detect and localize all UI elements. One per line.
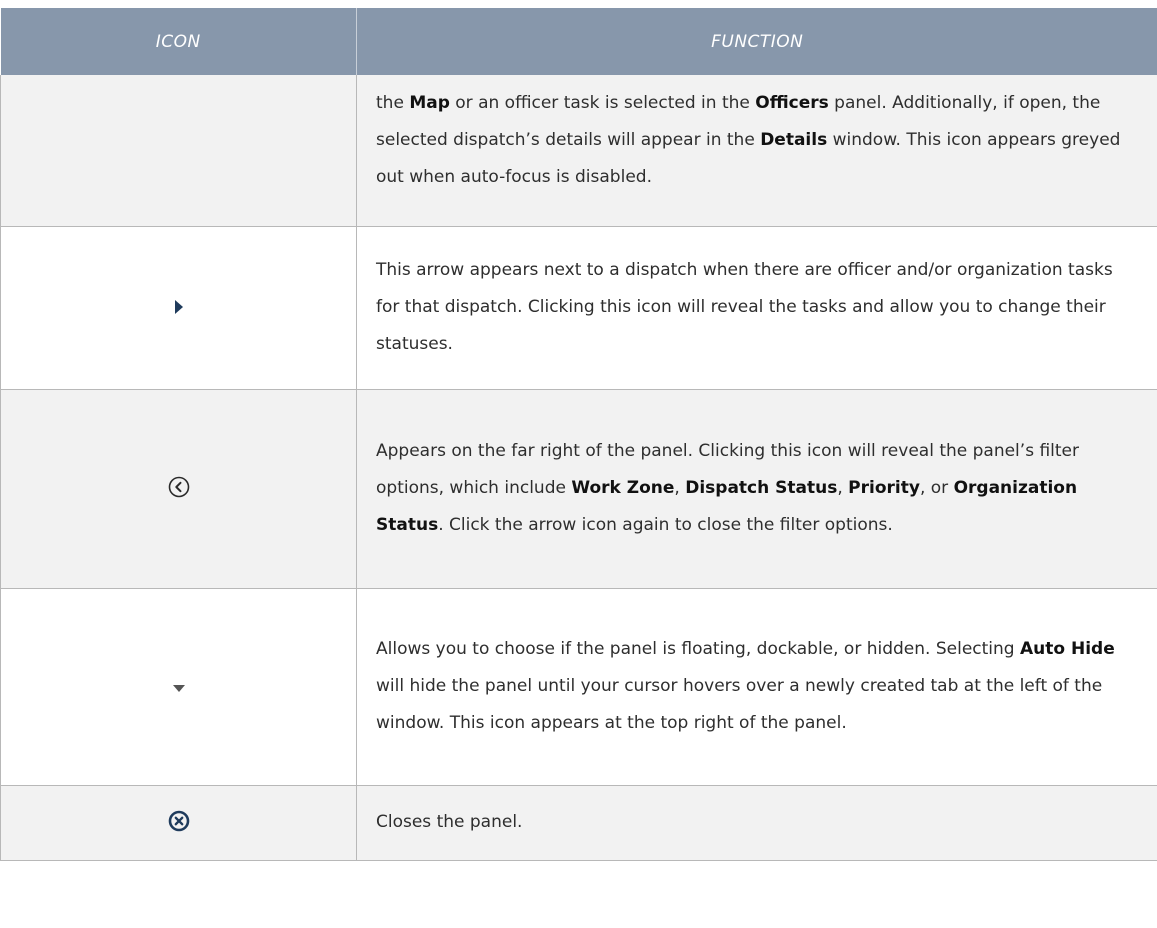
circle-chevron-left-icon xyxy=(168,476,190,502)
ui-term: Work Zone xyxy=(571,478,675,498)
text-segment: , or xyxy=(919,478,954,498)
text-segment: Closes the panel. xyxy=(376,812,523,832)
function-text: Appears on the far right of the panel. C… xyxy=(376,433,1137,544)
icon-cell xyxy=(0,588,357,786)
icon-cell xyxy=(0,785,357,861)
expand-arrow-icon xyxy=(174,299,184,318)
text-segment: , xyxy=(837,478,849,498)
function-cell: Appears on the far right of the panel. C… xyxy=(356,389,1157,589)
text-segment: the xyxy=(376,92,410,113)
ui-term: Priority xyxy=(848,478,920,498)
function-text: Allows you to choose if the panel is flo… xyxy=(376,631,1137,742)
function-column-header: FUNCTION xyxy=(356,8,1157,75)
close-circle-icon xyxy=(168,810,190,836)
text-segment: . Click the arrow icon again to close th… xyxy=(438,515,893,535)
ui-term: Dispatch Status xyxy=(685,478,838,498)
ui-term: Officers xyxy=(755,92,829,113)
function-cell: the Map or an officer task is selected i… xyxy=(356,75,1157,227)
text-segment: will hide the panel until your cursor ho… xyxy=(376,676,1103,733)
text-segment: , xyxy=(674,478,686,498)
text-segment: Allows you to choose if the panel is flo… xyxy=(376,639,1020,659)
function-cell: This arrow appears next to a dispatch wh… xyxy=(356,226,1157,390)
text-segment: This arrow appears next to a dispatch wh… xyxy=(376,260,1113,354)
function-text: Closes the panel. xyxy=(376,804,1137,841)
table-row: This arrow appears next to a dispatch wh… xyxy=(0,226,1157,390)
icon-cell xyxy=(0,389,357,589)
function-cell: Closes the panel. xyxy=(356,785,1157,861)
table-row: Closes the panel. xyxy=(0,785,1157,861)
function-text: the Map or an officer task is selected i… xyxy=(376,85,1137,196)
function-cell: Allows you to choose if the panel is flo… xyxy=(356,588,1157,786)
dropdown-triangle-icon xyxy=(172,678,185,697)
icon-column-header: ICON xyxy=(0,8,357,75)
icon-cell xyxy=(0,226,357,390)
function-text: This arrow appears next to a dispatch wh… xyxy=(376,252,1137,363)
ui-term: Auto Hide xyxy=(1019,639,1115,659)
text-segment: or an officer task is selected in the xyxy=(449,92,756,113)
ui-term: Map xyxy=(409,92,450,113)
icon-function-table: ICON FUNCTION the Map or an officer task… xyxy=(0,8,1157,861)
table-row: the Map or an officer task is selected i… xyxy=(0,75,1157,227)
table-row: Appears on the far right of the panel. C… xyxy=(0,389,1157,589)
ui-term: Details xyxy=(760,129,828,150)
table-header-row: ICON FUNCTION xyxy=(0,8,1157,75)
icon-cell xyxy=(0,75,357,227)
table-row: Allows you to choose if the panel is flo… xyxy=(0,588,1157,786)
